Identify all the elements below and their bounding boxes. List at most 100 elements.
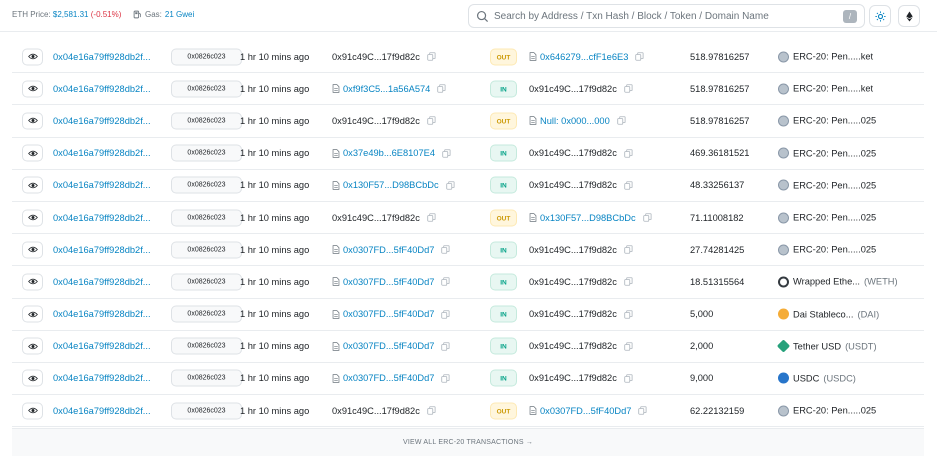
token-link[interactable]: ERC-20: Pen.....025 xyxy=(778,179,880,191)
from-address-text[interactable]: 0x0307FD...5fF40Dd7 xyxy=(343,277,434,287)
to-address-text[interactable]: Null: 0x000...000 xyxy=(540,116,610,126)
to-address: 0x91c49C...17f9d82c xyxy=(529,148,633,158)
preview-button[interactable] xyxy=(22,112,43,130)
token-name[interactable]: ERC-20: Pen.....025 xyxy=(793,213,876,223)
token-link[interactable]: ERC-20: Pen.....025 xyxy=(778,147,880,159)
gas-value[interactable]: 21 Gwei xyxy=(165,10,194,19)
to-address-text[interactable]: 0x130F57...D98BCbDc xyxy=(540,213,636,223)
token-link[interactable]: ERC-20: Pen.....025 xyxy=(778,405,880,417)
from-address-text[interactable]: 0xf9f3C5...1a56A574 xyxy=(343,84,430,94)
copy-icon[interactable] xyxy=(441,309,450,319)
token-link[interactable]: ERC-20: Pen.....ket xyxy=(778,83,877,95)
copy-icon[interactable] xyxy=(624,342,633,351)
copy-icon[interactable] xyxy=(624,277,633,287)
copy-icon[interactable] xyxy=(441,277,450,287)
copy-icon[interactable] xyxy=(617,116,626,126)
from-address-text[interactable]: 0x130F57...D98BCbDc xyxy=(343,180,439,190)
txn-hash-link[interactable]: 0x04e16a79ff928db2f... xyxy=(53,277,151,287)
from-address-text[interactable]: 0x0307FD...5fF40Dd7 xyxy=(343,341,434,351)
copy-icon[interactable] xyxy=(441,245,450,254)
token-link[interactable]: Tether USD (USDT) xyxy=(776,339,877,353)
txn-hash-link[interactable]: 0x04e16a79ff928db2f... xyxy=(53,373,151,383)
copy-icon[interactable] xyxy=(441,342,450,351)
token-link[interactable]: ERC-20: Pen.....ket xyxy=(778,51,877,63)
copy-icon[interactable] xyxy=(642,213,652,222)
preview-button[interactable] xyxy=(22,305,43,323)
from-address-text[interactable]: 0x0307FD...5fF40Dd7 xyxy=(343,309,434,319)
token-name[interactable]: ERC-20: Pen.....ket xyxy=(793,52,873,62)
table-row: 0x04e16a79ff928db2f... 0x0826c023 1 hr 10 … xyxy=(12,363,924,396)
token-link[interactable]: Wrapped Ethe... (WETH) xyxy=(778,276,898,288)
token-name[interactable]: ERC-20: Pen.....025 xyxy=(793,406,876,416)
copy-icon[interactable] xyxy=(624,181,633,190)
from-address-text[interactable]: 0x37e49b...6E8107E4 xyxy=(343,148,435,158)
from-address-text[interactable]: 0x0307FD...5fF40Dd7 xyxy=(343,373,434,383)
token-name[interactable]: ERC-20: Pen.....025 xyxy=(793,116,876,126)
preview-button[interactable] xyxy=(22,144,43,162)
token-link[interactable]: ERC-20: Pen.....025 xyxy=(778,212,880,224)
txn-hash-link[interactable]: 0x04e16a79ff928db2f... xyxy=(53,148,151,158)
token-name[interactable]: ERC-20: Pen.....ket xyxy=(793,84,873,94)
to-address-text[interactable]: 0x0307FD...5fF40Dd7 xyxy=(540,406,631,416)
txn-hash-link[interactable]: 0x04e16a79ff928db2f... xyxy=(53,213,151,223)
txn-hash-link[interactable]: 0x04e16a79ff928db2f... xyxy=(53,341,151,351)
token-name[interactable]: Dai Stableco... xyxy=(793,309,853,319)
txn-hash-link[interactable]: 0x04e16a79ff928db2f... xyxy=(53,180,151,190)
txn-hash-link[interactable]: 0x04e16a79ff928db2f... xyxy=(53,52,151,62)
txn-hash-link[interactable]: 0x04e16a79ff928db2f... xyxy=(53,406,151,416)
eye-icon xyxy=(27,86,38,92)
preview-button[interactable] xyxy=(22,80,43,98)
token-link[interactable]: ERC-20: Pen.....025 xyxy=(778,244,880,256)
gas-tracker: Gas: 21 Gwei xyxy=(133,10,194,19)
preview-button[interactable] xyxy=(22,209,43,227)
token-link[interactable]: ERC-20: Pen.....025 xyxy=(778,115,880,127)
copy-icon[interactable] xyxy=(437,84,446,93)
copy-icon[interactable] xyxy=(624,245,633,254)
token-link[interactable]: Dai Stableco... (DAI) xyxy=(778,308,879,320)
search-bar[interactable]: / xyxy=(468,4,865,28)
token-name[interactable]: ERC-20: Pen.....025 xyxy=(793,148,876,158)
txn-hash-link[interactable]: 0x04e16a79ff928db2f... xyxy=(53,309,151,319)
copy-icon[interactable] xyxy=(624,148,633,158)
copy-icon[interactable] xyxy=(441,374,450,383)
table-row: 0x04e16a79ff928db2f... 0x0826c023 1 hr 10 … xyxy=(12,395,924,428)
txn-hash-link[interactable]: 0x04e16a79ff928db2f... xyxy=(53,245,151,255)
from-address-text[interactable]: 0x0307FD...5fF40Dd7 xyxy=(343,245,434,255)
preview-button[interactable] xyxy=(22,241,43,259)
txn-hash-link[interactable]: 0x04e16a79ff928db2f... xyxy=(53,116,151,126)
contract-icon xyxy=(332,374,340,383)
copy-icon[interactable] xyxy=(442,148,451,158)
token-name[interactable]: USDC xyxy=(793,373,819,383)
table-row: 0x04e16a79ff928db2f... 0x0826c023 1 hr 10 … xyxy=(12,41,924,74)
preview-button[interactable] xyxy=(22,369,43,387)
copy-icon[interactable] xyxy=(427,406,436,415)
preview-button[interactable] xyxy=(22,402,43,420)
preview-button[interactable] xyxy=(22,273,43,291)
token-name[interactable]: ERC-20: Pen.....025 xyxy=(793,245,876,255)
search-input[interactable] xyxy=(494,10,834,22)
copy-icon[interactable] xyxy=(635,52,644,61)
copy-icon[interactable] xyxy=(427,213,436,222)
token-name[interactable]: Wrapped Ethe... xyxy=(793,277,860,287)
copy-icon[interactable] xyxy=(624,309,633,319)
theme-toggle-button[interactable] xyxy=(869,5,891,27)
age-text: 1 hr 10 mins ago xyxy=(240,309,310,320)
copy-icon[interactable] xyxy=(445,181,455,190)
token-name[interactable]: Tether USD xyxy=(793,341,841,351)
network-selector-button[interactable] xyxy=(898,5,920,27)
copy-icon[interactable] xyxy=(624,84,633,93)
copy-icon[interactable] xyxy=(427,52,436,61)
preview-button[interactable] xyxy=(22,48,43,66)
method-badge: 0x0826c023 xyxy=(171,144,242,162)
token-name[interactable]: ERC-20: Pen.....025 xyxy=(793,180,876,190)
to-address-text[interactable]: 0x646279...cfF1e6E3 xyxy=(540,52,628,62)
preview-button[interactable] xyxy=(22,176,43,194)
copy-icon[interactable] xyxy=(427,116,436,126)
copy-icon[interactable] xyxy=(638,406,647,415)
preview-button[interactable] xyxy=(22,337,43,355)
copy-icon[interactable] xyxy=(624,374,633,383)
txn-hash-link[interactable]: 0x04e16a79ff928db2f... xyxy=(53,84,151,94)
view-all-transactions-link[interactable]: VIEW ALL ERC-20 TRANSACTIONS → xyxy=(12,428,924,456)
token-link[interactable]: USDC (USDC) xyxy=(778,372,856,384)
eth-price-value[interactable]: $2,581.31 xyxy=(53,10,89,19)
